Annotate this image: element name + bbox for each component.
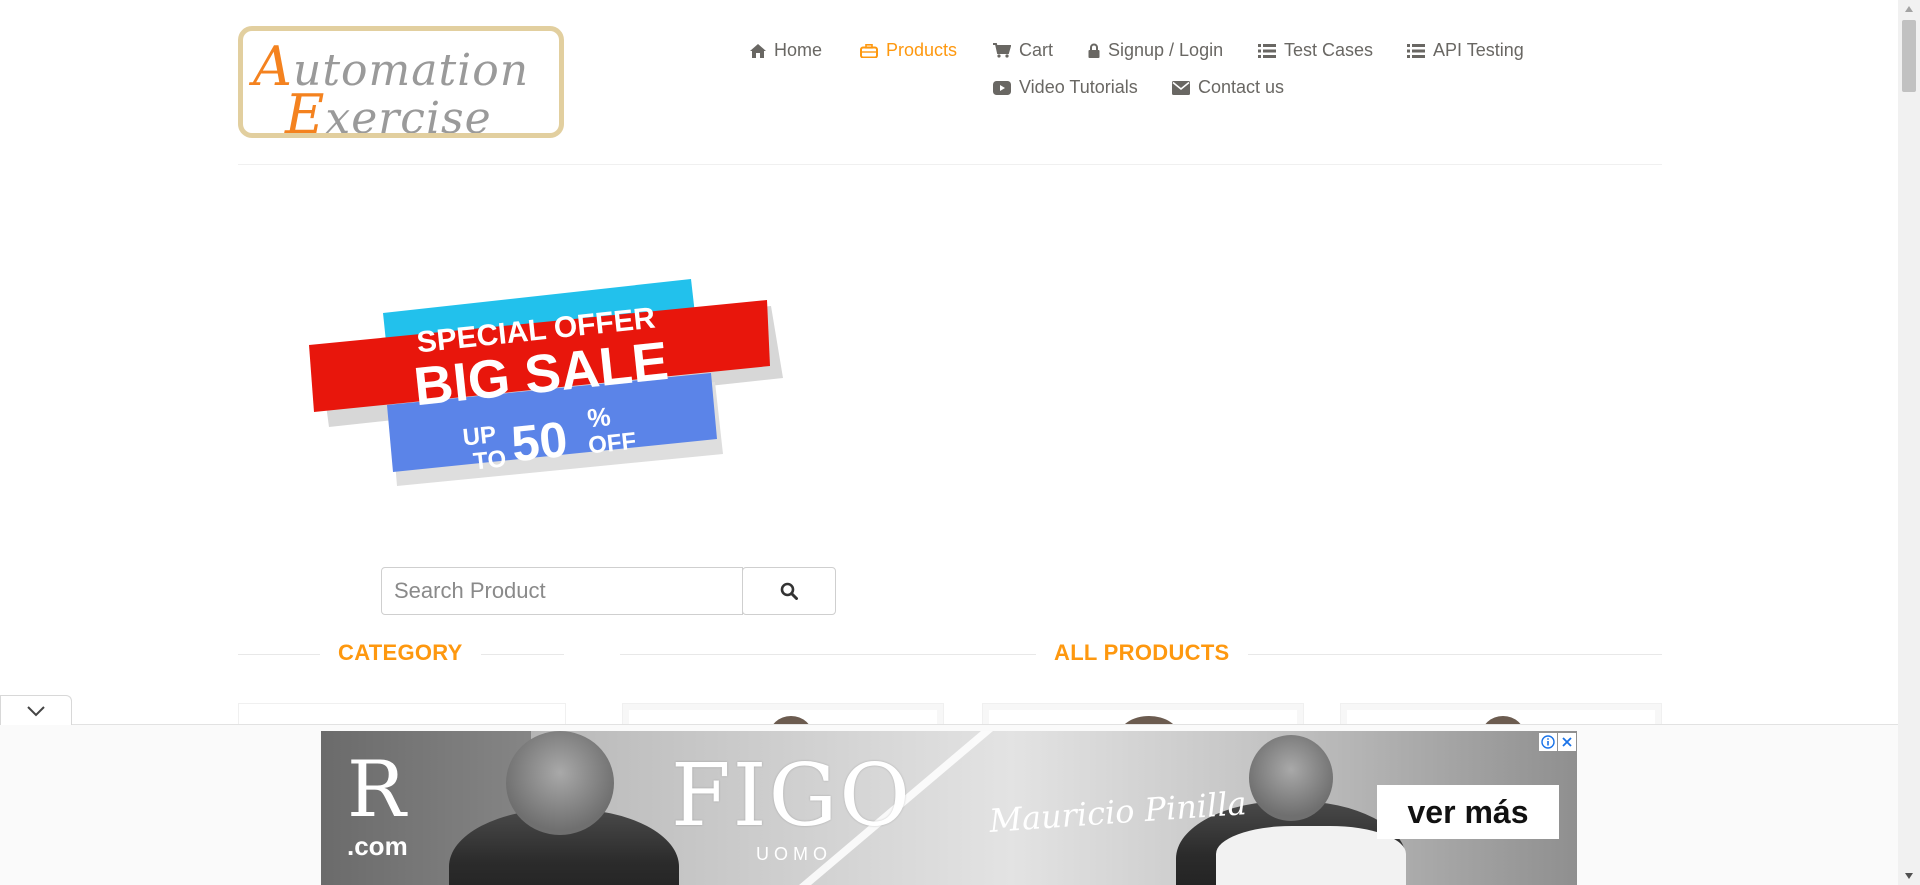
nav-contact-us-label: Contact us xyxy=(1198,77,1285,97)
nav-cart-label: Cart xyxy=(1019,40,1054,60)
logo-line-2: Exercise xyxy=(285,83,492,138)
nav-video-tutorials[interactable]: Video Tutorials xyxy=(993,77,1138,98)
envelope-icon xyxy=(1172,80,1190,95)
ad-close-button[interactable] xyxy=(1558,733,1576,751)
nav-contact-us[interactable]: Contact us xyxy=(1172,77,1284,98)
briefcase-icon xyxy=(860,43,878,58)
banner-percent-value: 50 xyxy=(509,411,570,473)
search-input[interactable] xyxy=(381,567,743,615)
category-title: CATEGORY xyxy=(320,640,481,666)
info-icon xyxy=(1541,735,1555,749)
scrollbar-thumb[interactable] xyxy=(1902,20,1916,92)
list-icon xyxy=(1407,43,1425,58)
ad-store-logo: R xyxy=(347,745,406,835)
search-icon xyxy=(780,582,798,600)
ad-store-logo-suffix: .com xyxy=(347,831,408,861)
ad-brand-subtitle: UOMO xyxy=(756,844,832,864)
all-products-title: ALL PRODUCTS xyxy=(1036,640,1248,666)
header-divider xyxy=(238,164,1662,165)
ad-model-left-face xyxy=(506,731,614,835)
triangle-up-icon xyxy=(1905,6,1913,12)
nav-api-testing-label: API Testing xyxy=(1433,40,1524,60)
nav-cart[interactable]: Cart xyxy=(993,40,1053,61)
nav-signup-login[interactable]: Signup / Login xyxy=(1088,40,1223,61)
ad-info-button[interactable] xyxy=(1539,733,1557,751)
ad-collapse-toggle[interactable] xyxy=(0,695,72,725)
banner-off: OFF xyxy=(587,428,638,460)
page-scrollbar[interactable] xyxy=(1898,0,1920,885)
list-icon xyxy=(1258,43,1276,58)
lock-icon xyxy=(1088,43,1100,58)
nav-products[interactable]: Products xyxy=(860,40,957,61)
scroll-down-arrow[interactable] xyxy=(1902,869,1916,883)
nav-test-cases[interactable]: Test Cases xyxy=(1258,40,1373,61)
special-offer-banner: SPECIAL OFFER BIG SALE UP TO 50 % OFF xyxy=(309,279,783,486)
nav-home-label: Home xyxy=(774,40,823,60)
nav-test-cases-label: Test Cases xyxy=(1284,40,1374,60)
youtube-play-icon xyxy=(993,80,1011,95)
nav-signup-login-label: Signup / Login xyxy=(1108,40,1224,60)
page: Automation Exercise Home Products Cart S… xyxy=(0,0,1898,885)
cart-icon xyxy=(993,43,1011,58)
scroll-up-arrow[interactable] xyxy=(1902,2,1916,16)
nav-products-label: Products xyxy=(886,40,958,60)
chevron-down-icon xyxy=(27,705,45,716)
triangle-down-icon xyxy=(1905,873,1913,879)
search-button[interactable] xyxy=(742,567,836,615)
home-icon xyxy=(750,43,766,58)
ad-brand-name: FIGO xyxy=(671,746,912,846)
ad-model-right-face xyxy=(1249,735,1333,821)
nav-api-testing[interactable]: API Testing xyxy=(1407,40,1524,61)
nav-home[interactable]: Home xyxy=(750,40,822,61)
site-logo[interactable]: Automation Exercise xyxy=(238,26,564,138)
ad-cta-button[interactable]: ver más xyxy=(1377,785,1559,839)
banner-to: TO xyxy=(472,445,508,475)
nav-video-tutorials-label: Video Tutorials xyxy=(1019,77,1138,97)
banner-percent-sign: % xyxy=(586,401,612,433)
main-nav: Home Products Cart Signup / Login Test C… xyxy=(740,36,1540,106)
ad-banner[interactable]: R .com FIGO UOMO Mauricio Pinilla ver má… xyxy=(321,731,1577,885)
close-icon xyxy=(1562,737,1572,747)
